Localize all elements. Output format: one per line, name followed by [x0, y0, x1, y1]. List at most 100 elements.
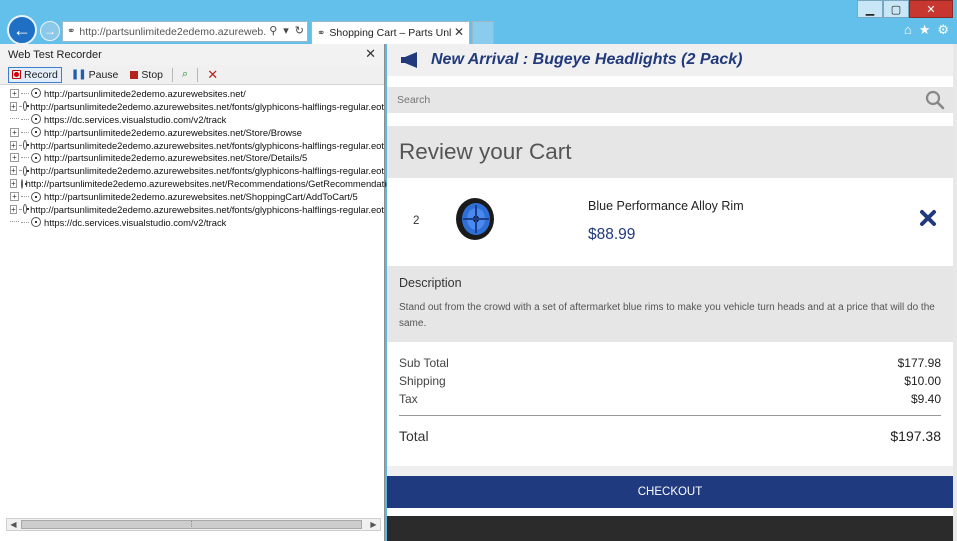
expand-icon[interactable]: +: [10, 88, 19, 98]
request-icon: [22, 140, 30, 150]
request-row[interactable]: + http://partsunlimitede2edemo.azurewebsi…: [10, 190, 384, 203]
request-row[interactable]: + http://partsunlimitede2edemo.azurewebsi…: [10, 87, 384, 100]
stop-button[interactable]: Stop: [127, 68, 166, 82]
request-url: http://partsunlimitede2edemo.azurewebsit…: [44, 152, 308, 164]
request-row[interactable]: https://dc.services.visualstudio.com/v2/…: [10, 113, 384, 126]
star-icon[interactable]: ★: [919, 22, 931, 38]
recorder-header: Web Test Recorder ✕: [0, 44, 384, 65]
scroll-left-icon[interactable]: ◀: [7, 519, 20, 530]
horizontal-scrollbar[interactable]: ◀ ⋮ ▶: [6, 518, 381, 531]
request-row[interactable]: + http://partsunlimitede2edemo.azurewebsi…: [10, 164, 384, 177]
request-url: http://partsunlimitede2edemo.azurewebsit…: [30, 100, 384, 112]
request-row[interactable]: + http://partsunlimitede2edemo.azurewebsi…: [10, 177, 399, 190]
request-row[interactable]: + http://partsunlimitede2edemo.azurewebsi…: [10, 151, 384, 164]
scroll-thumb[interactable]: ⋮: [21, 520, 362, 529]
request-url: http://partsunlimitede2edemo.azurewebsit…: [44, 191, 358, 203]
request-icon: [20, 178, 27, 189]
request-row[interactable]: + http://partsunlimitede2edemo.azurewebsi…: [10, 139, 384, 152]
cart-item: 2 Blue Performance Alloy Rim $88.99: [387, 178, 953, 264]
delete-request-button[interactable]: ✕: [204, 66, 221, 84]
tax-label: Tax: [399, 392, 418, 406]
request-url: http://partsunlimitede2edemo.azurewebsit…: [44, 126, 302, 138]
close-window-button[interactable]: ✕: [909, 0, 953, 18]
record-label: Record: [24, 68, 58, 81]
search-icon[interactable]: ⚲: [269, 24, 277, 37]
request-row[interactable]: + http://partsunlimitede2edemo.azurewebsi…: [10, 203, 384, 216]
recorder-title: Web Test Recorder: [8, 48, 102, 61]
tree-connector: [10, 217, 19, 222]
tree-connector: [21, 196, 29, 198]
dropdown-icon[interactable]: ▾: [283, 24, 289, 37]
rim-product-image[interactable]: [453, 197, 497, 241]
recorder-close-icon[interactable]: ✕: [365, 46, 376, 62]
search-bar: [387, 87, 953, 113]
expand-icon[interactable]: +: [10, 101, 17, 111]
pause-label: Pause: [88, 68, 119, 81]
tab-shopping-cart[interactable]: ⚭ Shopping Cart – Parts Unli... ✕: [311, 21, 470, 44]
request-row[interactable]: + http://partsunlimitede2edemo.azurewebsi…: [10, 126, 384, 139]
total-row: Total $197.38: [399, 427, 941, 445]
home-icon[interactable]: ⌂: [904, 22, 912, 38]
scroll-right-icon[interactable]: ▶: [367, 519, 380, 530]
checkout-button[interactable]: CHECKOUT: [387, 476, 953, 508]
tree-connector: [18, 208, 21, 210]
request-icon: [31, 191, 41, 202]
request-url: http://partsunlimitede2edemo.azurewebsit…: [25, 178, 400, 190]
request-url: http://partsunlimitede2edemo.azurewebsit…: [30, 203, 384, 215]
promo-banner[interactable]: New Arrival : Bugeye Headlights (2 Pack): [387, 44, 953, 76]
tree-connector: [18, 170, 21, 172]
expand-icon[interactable]: +: [10, 204, 17, 214]
expand-icon[interactable]: +: [10, 166, 17, 176]
tree-connector: [18, 144, 21, 146]
add-comment-button[interactable]: ⌕: [179, 67, 191, 82]
recorder-toolbar: Record ❚❚ Pause Stop ⌕ ✕: [0, 65, 384, 85]
pause-button[interactable]: ❚❚ Pause: [68, 68, 122, 82]
address-bar[interactable]: ⚭ http://partsunlimitede2edemo.azureweb.…: [62, 21, 308, 42]
request-url: https://dc.services.visualstudio.com/v2/…: [44, 113, 227, 125]
expand-icon[interactable]: +: [10, 140, 17, 150]
tab-site-icon: ⚭: [317, 27, 326, 39]
gear-icon[interactable]: ⚙: [937, 22, 949, 38]
refresh-icon[interactable]: ↻: [295, 24, 304, 37]
toolbar-divider: [197, 67, 199, 82]
browser-toolbar-icons: ⌂ ★ ⚙: [904, 22, 949, 38]
page-title: Review your Cart: [387, 126, 953, 178]
back-arrow-icon: ←: [13, 19, 31, 40]
shipping-value: $10.00: [904, 374, 941, 388]
expand-icon[interactable]: +: [10, 127, 19, 137]
record-button[interactable]: Record: [8, 66, 62, 83]
request-url: http://partsunlimitede2edemo.azurewebsit…: [30, 165, 384, 177]
web-test-recorder-panel: Web Test Recorder ✕ Record ❚❚ Pause Stop…: [0, 44, 399, 541]
browser-titlebar: ← → ⚭ http://partsunlimitede2edemo.azure…: [0, 0, 957, 45]
page-footer: [387, 516, 953, 541]
maximize-button[interactable]: ▢: [883, 0, 909, 18]
expand-icon[interactable]: +: [10, 192, 19, 202]
remove-item-icon[interactable]: [919, 209, 937, 227]
totals-divider: [399, 415, 941, 416]
expand-icon[interactable]: +: [10, 153, 19, 163]
request-icon: [22, 204, 30, 215]
item-name[interactable]: Blue Performance Alloy Rim: [588, 199, 744, 213]
expand-icon[interactable]: +: [10, 179, 17, 189]
request-url: http://partsunlimitede2edemo.azurewebsit…: [44, 87, 246, 99]
shipping-row: Shipping $10.00: [399, 372, 941, 390]
request-row[interactable]: + http://partsunlimitede2edemo.azurewebsi…: [10, 100, 384, 113]
request-row[interactable]: https://dc.services.visualstudio.com/v2/…: [10, 216, 384, 229]
megaphone-icon: [401, 52, 417, 68]
minimize-button[interactable]: ▁: [857, 0, 883, 18]
request-tree: + http://partsunlimitede2edemo.azurewebsi…: [0, 85, 399, 229]
new-tab-button[interactable]: [472, 21, 494, 44]
back-button[interactable]: ←: [7, 15, 37, 45]
search-input[interactable]: [397, 94, 897, 106]
forward-button[interactable]: →: [40, 21, 60, 41]
tree-connector: [18, 105, 21, 107]
item-price: $88.99: [588, 226, 636, 243]
pause-icon: ❚❚: [70, 69, 87, 80]
tree-connector: [21, 92, 29, 94]
tree-connector: [21, 221, 29, 223]
tab-close-icon[interactable]: ✕: [451, 25, 464, 39]
page-scrollbar[interactable]: [953, 44, 957, 541]
item-quantity[interactable]: 2: [413, 215, 419, 227]
shipping-label: Shipping: [399, 374, 446, 388]
search-icon[interactable]: [925, 90, 945, 110]
